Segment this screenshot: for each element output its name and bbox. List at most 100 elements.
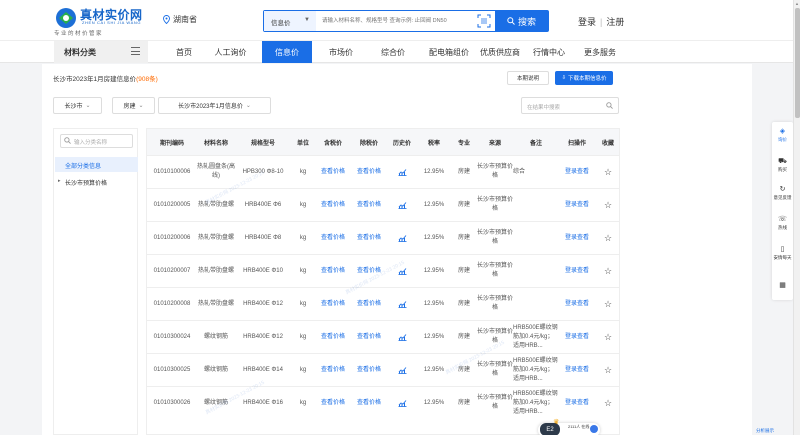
tax-price-link[interactable]: 查看价格 — [315, 321, 351, 353]
login-link[interactable]: 登录 — [578, 15, 596, 28]
notax-price-link[interactable]: 查看价格 — [351, 288, 387, 320]
unit-cell: kg — [299, 267, 307, 274]
star-icon[interactable]: ☆ — [604, 266, 612, 276]
login-view-link[interactable]: 登录查看 — [559, 255, 595, 287]
star-icon[interactable]: ☆ — [604, 299, 612, 309]
history-price-cell[interactable] — [387, 354, 417, 386]
star-icon[interactable]: ☆ — [604, 167, 612, 177]
search-button[interactable]: 搜索 — [495, 11, 548, 31]
star-icon[interactable]: ☆ — [604, 398, 612, 408]
login-view-link[interactable]: 登录查看 — [559, 387, 595, 419]
trend-chart-icon[interactable] — [398, 201, 407, 209]
nav-item-market-price[interactable]: 市场价 — [316, 41, 366, 63]
scroll-up-icon[interactable]: ▲ — [795, 1, 799, 6]
site-logo[interactable]: 真材实价网 ZHEN CAI SHI JIA WANG 专业的材价管家 — [54, 5, 152, 37]
tax-price-link[interactable]: 查看价格 — [315, 255, 351, 287]
float-item-hotline[interactable]: ☏ 热线 — [772, 216, 793, 230]
tree-search-input[interactable]: 输入分类名称 — [60, 134, 133, 148]
history-price-cell[interactable] — [387, 255, 417, 287]
float-item-label: 安情每天 — [773, 255, 792, 260]
source-cell: 长沙市预算价格 — [477, 263, 513, 278]
login-view-link[interactable]: 登录查看 — [559, 321, 595, 353]
star-icon[interactable]: ☆ — [604, 365, 612, 375]
login-view-link[interactable]: 登录查看 — [559, 189, 595, 221]
download-button[interactable]: ⇩ 下载本期信息价 — [555, 71, 613, 85]
nav-item-home[interactable]: 首页 — [165, 41, 203, 63]
trend-chart-icon[interactable] — [398, 366, 407, 374]
result-search-input[interactable]: 在结果中搜索 — [521, 97, 619, 114]
favorite-cell[interactable]: ☆ — [595, 255, 619, 287]
nav-item-labor-inquiry[interactable]: 人工询价 — [203, 41, 258, 63]
notax-price-link[interactable]: 查看价格 — [351, 354, 387, 386]
trend-chart-icon[interactable] — [398, 300, 407, 308]
period-code-cell: 01010200007 — [153, 267, 191, 274]
tree-item-changsha-budget[interactable]: ▸ 长沙市预算价格 — [55, 174, 138, 189]
tax-price-link[interactable]: 查看价格 — [315, 354, 351, 386]
tax-price-link[interactable]: 查看价格 — [315, 288, 351, 320]
trend-chart-icon[interactable] — [398, 333, 407, 341]
login-view-link[interactable]: 登录查看 — [559, 222, 595, 254]
tax-price-link[interactable]: 查看价格 — [315, 189, 351, 221]
history-price-cell[interactable] — [387, 387, 417, 419]
trend-chart-icon[interactable] — [398, 168, 407, 176]
history-price-cell[interactable] — [387, 222, 417, 254]
nav-item-info-price[interactable]: 信息价 — [262, 41, 312, 63]
trend-chart-icon[interactable] — [398, 267, 407, 275]
notax-price-link[interactable]: 查看价格 — [351, 222, 387, 254]
notax-price-link[interactable]: 查看价格 — [351, 189, 387, 221]
region-selector[interactable]: 湖南省 — [163, 14, 197, 25]
online-widget[interactable]: ♛ E2 2111人 在线 — [538, 419, 600, 435]
trend-chart-icon[interactable] — [398, 399, 407, 407]
period-filter[interactable]: 长沙市2023年1月信息价 ⌄ — [158, 97, 271, 114]
register-link[interactable]: 注册 — [606, 15, 624, 28]
period-description-button[interactable]: 本期说明 — [507, 71, 549, 85]
star-icon[interactable]: ☆ — [604, 332, 612, 342]
nav-item-more-services[interactable]: 更多服务 — [578, 41, 622, 63]
favorite-cell[interactable]: ☆ — [595, 354, 619, 386]
history-price-cell[interactable] — [387, 156, 417, 188]
float-item-feedback[interactable]: ↻ 意见反馈 — [772, 186, 793, 200]
tax-price-link[interactable]: 查看价格 — [315, 222, 351, 254]
favorite-cell[interactable]: ☆ — [595, 288, 619, 320]
trend-chart-icon[interactable] — [398, 234, 407, 242]
bottom-link[interactable]: 分析展示 — [756, 428, 774, 434]
city-filter[interactable]: 长沙市 ⌄ — [53, 97, 102, 114]
search-input[interactable] — [322, 11, 472, 31]
scrollbar-thumb[interactable] — [795, 8, 800, 118]
tax-price-link[interactable]: 查看价格 — [315, 156, 351, 188]
notax-price-link[interactable]: 查看价格 — [351, 255, 387, 287]
star-icon[interactable]: ☆ — [604, 233, 612, 243]
login-view-link[interactable]: 登录查看 — [559, 288, 595, 320]
history-price-cell[interactable] — [387, 189, 417, 221]
favorite-cell[interactable]: ☆ — [595, 222, 619, 254]
notax-price-link[interactable]: 查看价格 — [351, 156, 387, 188]
page-scrollbar[interactable]: ▲ — [793, 0, 800, 435]
float-item-app[interactable]: ▯ 安情每天 — [772, 246, 793, 260]
search-type-select[interactable]: 信息价 ▼ — [264, 11, 316, 31]
tax-price-link[interactable]: 查看价格 — [315, 387, 351, 419]
login-view-link[interactable]: 登录查看 — [559, 354, 595, 386]
major-filter[interactable]: 房建 ⌄ — [112, 97, 155, 114]
history-price-cell[interactable] — [387, 288, 417, 320]
float-item-inquiry[interactable]: ◈ 询价 — [772, 128, 793, 142]
notax-price-link[interactable]: 查看价格 — [351, 321, 387, 353]
image-search-icon[interactable] — [477, 14, 491, 28]
float-item-qrcode[interactable]: ▦ — [772, 282, 793, 291]
star-icon[interactable]: ☆ — [604, 200, 612, 210]
favorite-cell[interactable]: ☆ — [595, 387, 619, 419]
category-menu-button[interactable]: 材料分类 — [54, 41, 148, 63]
notax-price-link[interactable]: 查看价格 — [351, 387, 387, 419]
nav-item-composite-price[interactable]: 综合价 — [368, 41, 418, 63]
nav-item-suppliers[interactable]: 优质供应商 — [474, 41, 526, 63]
favorite-cell[interactable]: ☆ — [595, 189, 619, 221]
chevron-right-icon[interactable]: ▸ — [58, 178, 61, 184]
favorite-cell[interactable]: ☆ — [595, 156, 619, 188]
float-item-buy[interactable]: ⛟ 购买 — [772, 158, 793, 172]
history-price-cell[interactable] — [387, 321, 417, 353]
nav-item-market-center[interactable]: 行情中心 — [527, 41, 571, 63]
favorite-cell[interactable]: ☆ — [595, 321, 619, 353]
tree-item-all[interactable]: 全部分类信息 — [55, 157, 138, 172]
nav-item-distribution-box[interactable]: 配电箱组价 — [420, 41, 478, 63]
search-icon[interactable] — [606, 102, 613, 109]
login-view-link[interactable]: 登录查看 — [559, 156, 595, 188]
